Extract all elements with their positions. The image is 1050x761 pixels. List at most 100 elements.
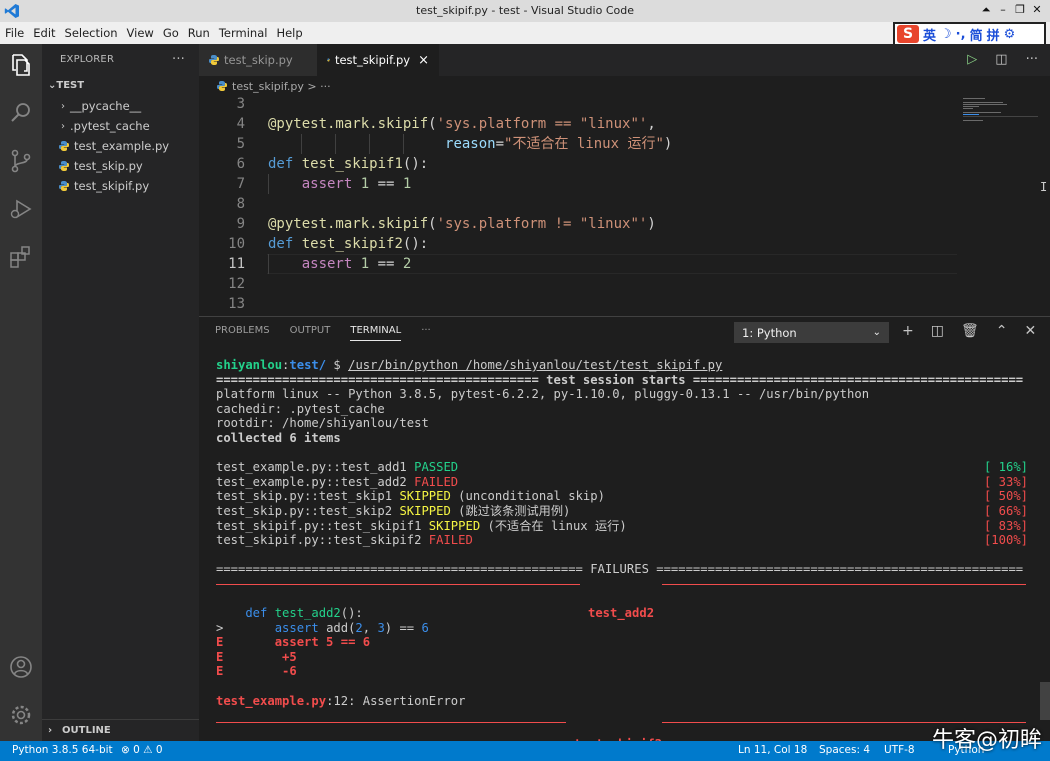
- terminal-output[interactable]: shiyanlou:test/ $ /usr/bin/python /home/…: [216, 358, 1036, 751]
- python-file-icon: [59, 181, 69, 191]
- close-window-button[interactable]: ✕: [1030, 2, 1044, 17]
- editor-more-icon[interactable]: ···: [1026, 52, 1038, 67]
- panel-more-button[interactable]: ···: [421, 325, 431, 341]
- explorer-more-button[interactable]: ···: [172, 52, 185, 67]
- tab-close-icon[interactable]: ×: [418, 53, 429, 68]
- ime-moon-icon[interactable]: ☽: [940, 27, 952, 42]
- result-name: test_example.py::test_add2: [216, 474, 407, 489]
- tree-item-pycache[interactable]: › __pycache__: [42, 96, 199, 116]
- tree-item-test-example[interactable]: test_example.py: [42, 136, 199, 156]
- tab-terminal[interactable]: TERMINAL: [350, 325, 402, 341]
- result-pct: [ 50%]: [983, 489, 1028, 504]
- result-note: (不适合在 linux 运行): [487, 518, 627, 533]
- code-editor[interactable]: 3 4 5 6 7 8 9 10 11 12 13 @pytest.mark.s…: [199, 96, 1047, 316]
- result-status: PASSED: [414, 460, 459, 475]
- chevron-down-icon: ⌄: [48, 79, 57, 91]
- folder-test[interactable]: ⌄ TEST: [42, 74, 199, 96]
- result-name: test_skipif.py::test_skipif1: [216, 518, 422, 533]
- split-terminal-icon[interactable]: ◫: [931, 323, 944, 339]
- menu-view[interactable]: View: [127, 26, 154, 40]
- menu-go[interactable]: Go: [163, 26, 179, 40]
- run-file-icon[interactable]: ▷: [967, 52, 977, 67]
- chevron-right-icon: ›: [48, 725, 53, 736]
- ime-lang-toggle[interactable]: 英: [923, 25, 936, 44]
- new-terminal-icon[interactable]: +: [902, 323, 914, 339]
- ime-toolbar: S 英 ☽ ·, 简 拼 ⚙: [893, 22, 1046, 46]
- ime-settings-icon[interactable]: ⚙: [1004, 27, 1016, 42]
- sogou-logo-icon[interactable]: S: [897, 25, 919, 43]
- tree-item-label: __pycache__: [70, 99, 142, 113]
- menu-run[interactable]: Run: [188, 26, 210, 40]
- manage-gear-icon[interactable]: [8, 702, 34, 728]
- tab-problems[interactable]: PROBLEMS: [215, 325, 270, 341]
- python-interpreter[interactable]: Python 3.8.5 64-bit: [12, 744, 113, 756]
- indentation[interactable]: Spaces: 4: [819, 744, 870, 756]
- tab-test-skip[interactable]: test_skip.py: [199, 44, 317, 76]
- encoding[interactable]: UTF-8: [884, 744, 915, 756]
- ime-simplified-toggle[interactable]: 简: [970, 25, 983, 44]
- result-note: (unconditional skip): [458, 489, 605, 504]
- window-up-icon[interactable]: ⏶: [979, 2, 993, 17]
- menu-terminal[interactable]: Terminal: [219, 26, 268, 40]
- result-pct: [ 33%]: [983, 474, 1028, 489]
- chevron-right-icon: ›: [61, 120, 65, 132]
- code-line-5: reason="不适合在 linux 运行"): [445, 136, 673, 152]
- ime-punct-icon[interactable]: ·,: [956, 27, 966, 42]
- restore-button[interactable]: ❐: [1013, 2, 1027, 17]
- menu-selection[interactable]: Selection: [65, 26, 118, 40]
- platform-line: platform linux -- Python 3.8.5, pytest-6…: [216, 387, 870, 402]
- failure-code-line: def test_add2():: [216, 606, 363, 621]
- problems-count[interactable]: ⊗ 0 ⚠ 0: [121, 744, 163, 756]
- tab-output[interactable]: OUTPUT: [290, 325, 331, 341]
- folder-label: TEST: [56, 79, 85, 91]
- menu-edit[interactable]: Edit: [33, 26, 55, 40]
- failure-error-line: E -6: [216, 664, 297, 679]
- kill-terminal-icon[interactable]: 🗑: [961, 323, 979, 339]
- python-file-icon: [59, 161, 69, 171]
- tree-item-pytest-cache[interactable]: › .pytest_cache: [42, 116, 199, 136]
- terminal-scrollbar[interactable]: [1040, 682, 1050, 720]
- code-line-10: def test_skipif2():: [268, 236, 429, 252]
- code-line-11: assert 1 == 2: [301, 256, 412, 272]
- session-header: ========================================…: [216, 372, 1024, 387]
- split-editor-icon[interactable]: ◫: [995, 52, 1007, 67]
- tree-item-label: test_skip.py: [74, 159, 143, 173]
- cursor-position[interactable]: Ln 11, Col 18: [738, 744, 807, 756]
- result-name: test_skipif.py::test_skipif2: [216, 533, 422, 548]
- title-bar: test_skipif.py - test - Visual Studio Co…: [0, 0, 1050, 22]
- failure-title-row: test_skipif2: [216, 708, 1036, 751]
- result-pct: [ 16%]: [983, 460, 1028, 475]
- line-number: 7: [236, 176, 245, 192]
- failure-title-row: test_add2: [216, 577, 1036, 620]
- tab-test-skipif[interactable]: test_skipif.py ×: [317, 44, 439, 76]
- breadcrumb[interactable]: test_skipif.py > ···: [199, 76, 1050, 96]
- activity-bar: [0, 44, 42, 741]
- editor-tabs: test_skip.py test_skipif.py × ▷ ◫ ···: [199, 44, 1050, 76]
- account-icon[interactable]: [8, 654, 34, 680]
- tree-item-test-skip[interactable]: test_skip.py: [42, 156, 199, 176]
- terminal-select[interactable]: 1: Python ⌄: [734, 322, 889, 343]
- maximize-panel-icon[interactable]: ⌃: [996, 323, 1008, 339]
- run-debug-icon[interactable]: [8, 196, 34, 222]
- minimap[interactable]: [963, 96, 1038, 136]
- menu-help[interactable]: Help: [276, 26, 302, 40]
- cachedir-line: cachedir: .pytest_cache: [216, 401, 385, 416]
- line-number-current: 11: [228, 256, 245, 272]
- minimize-button[interactable]: –: [996, 2, 1010, 17]
- ime-pinyin-toggle[interactable]: 拼: [987, 25, 1000, 44]
- extensions-icon[interactable]: [8, 244, 34, 270]
- result-row: test_example.py::test_add1 PASSED [ 16%]: [216, 460, 1036, 475]
- failure-code-fn: test_add2: [274, 606, 341, 621]
- python-file-icon: [217, 81, 227, 91]
- close-panel-icon[interactable]: ✕: [1024, 323, 1036, 339]
- tree-item-label: test_skipif.py: [74, 179, 150, 193]
- search-icon[interactable]: [8, 100, 34, 126]
- explorer-icon[interactable]: [8, 52, 34, 78]
- chevron-right-icon: ›: [61, 100, 65, 112]
- outline-section[interactable]: › OUTLINE: [42, 719, 199, 741]
- breadcrumb-path: test_skipif.py > ···: [232, 79, 331, 93]
- error-file: test_example.py: [216, 693, 327, 708]
- source-control-icon[interactable]: [8, 148, 34, 174]
- menu-file[interactable]: File: [5, 26, 24, 40]
- tree-item-test-skipif[interactable]: test_skipif.py: [42, 176, 199, 196]
